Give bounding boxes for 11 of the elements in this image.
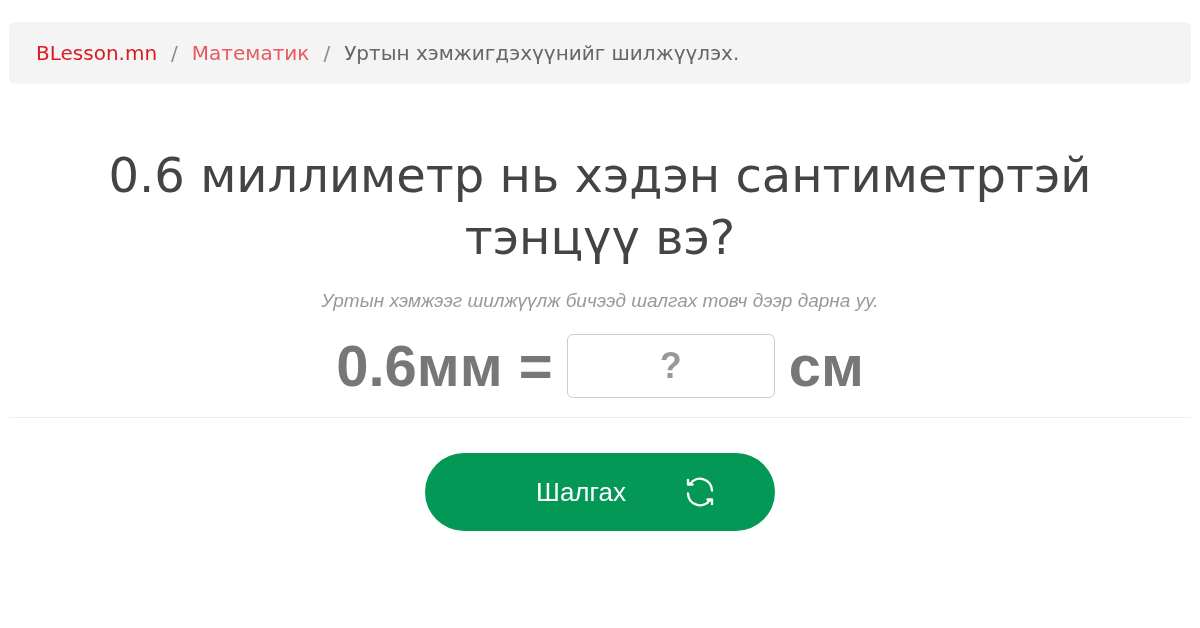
breadcrumb-link[interactable]: BLesson.mn xyxy=(36,41,158,65)
breadcrumb-separator: / xyxy=(171,41,178,65)
breadcrumb-current: Уртын хэмжигдэхүүнийг шилжүүлэх. xyxy=(344,41,740,65)
breadcrumb-link[interactable]: Математик xyxy=(191,41,310,65)
breadcrumb-separator: / xyxy=(323,41,331,65)
hint-text: Уртын хэмжээг шилжүүлж бичээд шалгах товч дээр дарна уу. xyxy=(320,290,880,312)
unit-label: см xyxy=(788,332,864,399)
equation-left: 0.6мм = xyxy=(336,332,553,399)
question-heading: 0.6 миллиметр нь хэдэн сантиметртэй тэнцүү вэ? xyxy=(107,146,1093,267)
answer-field[interactable]: ? xyxy=(566,333,775,398)
check-button[interactable]: Шалгах xyxy=(425,453,775,531)
